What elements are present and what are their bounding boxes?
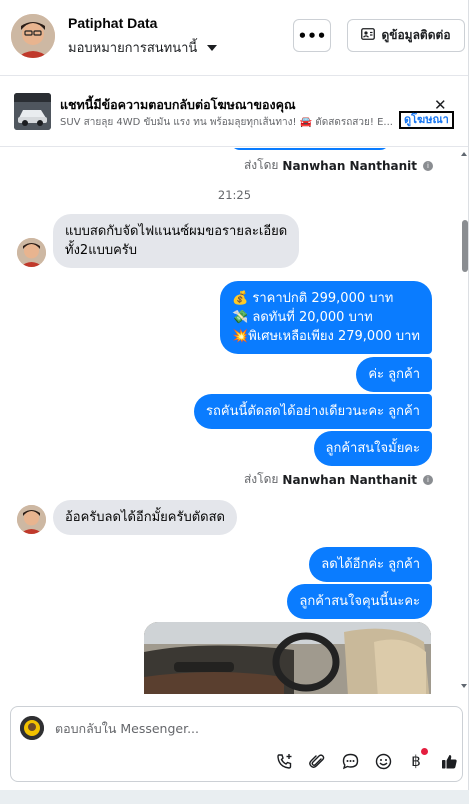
window-bottom-edge <box>0 790 469 804</box>
message-bubble-outgoing[interactable]: ลดได้อีกค่ะ ลูกค้า <box>309 547 432 582</box>
add-call-icon[interactable] <box>273 750 295 772</box>
contact-info-label: ดูข้อมูลติดต่อ <box>381 28 451 42</box>
contact-card-icon <box>361 28 376 43</box>
chevron-down-icon <box>207 44 218 51</box>
message-bubble-incoming[interactable]: อ้อครับลดได้อีกมั้ยครับตัดสด <box>53 500 237 535</box>
car-interior-photo[interactable] <box>144 622 431 694</box>
message-bubble-outgoing[interactable]: รถคันนี้ตัดสดได้อย่างเดียวนะคะ ลูกค้า <box>194 394 432 429</box>
info-icon[interactable]: i <box>423 474 433 485</box>
more-options-button[interactable]: ••• <box>293 19 331 52</box>
message-bubble-outgoing[interactable]: 💰 ราคาปกติ 299,000 บาท 💸 ลดทันที่ 20,000… <box>220 281 432 354</box>
sent-by-caption: ส่งโดย Nanwhan Nanthanit i <box>244 156 433 175</box>
conversation-header: Patiphat Data มอบหมายการสนทนานี้ ••• ดูข… <box>0 0 468 76</box>
reply-input[interactable] <box>55 717 435 739</box>
sent-by-name: Nanwhan Nanthanit <box>282 472 417 487</box>
scroll-up-icon[interactable] <box>461 152 467 156</box>
sent-by-name: Nanwhan Nanthanit <box>282 158 417 173</box>
contact-avatar[interactable] <box>11 14 55 58</box>
info-icon[interactable]: i <box>423 160 433 171</box>
sent-by-caption: ส่งโดย Nanwhan Nanthanit i <box>244 470 433 489</box>
contact-avatar-small[interactable] <box>17 238 46 267</box>
close-icon[interactable]: ✕ <box>434 98 447 113</box>
composer-toolbar: ฿ <box>273 748 460 772</box>
message-bubble-outgoing[interactable]: ลูกค้าสนใจคุนนี้นะคะ <box>287 584 432 619</box>
assign-conversation-dropdown[interactable]: มอบหมายการสนทนานี้ <box>68 37 218 58</box>
message-thread: ส่งโดย Nanwhan Nanthanit i 21:25 แบบสดกั… <box>0 148 468 694</box>
contact-name[interactable]: Patiphat Data <box>68 15 157 31</box>
more-horizontal-icon: ••• <box>297 26 327 45</box>
message-bubble-outgoing[interactable]: ลูกค้าสนใจมั้ยคะ <box>313 431 432 466</box>
assign-label: มอบหมายการสนทนานี้ <box>68 41 198 56</box>
messenger-conversation-panel: Patiphat Data มอบหมายการสนทนานี้ ••• ดูข… <box>0 0 469 790</box>
page-avatar <box>20 716 44 740</box>
message-timestamp: 21:25 <box>217 188 252 202</box>
scroll-down-icon[interactable] <box>461 684 467 688</box>
scrollbar-thumb[interactable] <box>462 220 468 272</box>
message-bubble-outgoing-cut <box>230 148 390 150</box>
price-line-discount: 💸 ลดทันที่ 20,000 บาท <box>232 310 373 325</box>
message-bubble-outgoing[interactable]: ค่ะ ลูกค้า <box>356 357 432 392</box>
notification-dot <box>421 748 428 755</box>
ad-thumbnail[interactable] <box>14 93 51 130</box>
sent-by-prefix: ส่งโดย <box>243 472 279 486</box>
sent-by-prefix: ส่งโดย <box>243 158 279 172</box>
paperclip-icon[interactable] <box>306 750 328 772</box>
message-bubble-incoming[interactable]: แบบสดกับจัดไฟแนนซ์ผมขอรายละเอียด ทั้ง2แบ… <box>53 214 300 268</box>
view-contact-info-button[interactable]: ดูข้อมูลติดต่อ <box>347 19 465 52</box>
smiley-icon[interactable] <box>372 750 394 772</box>
contact-avatar-small[interactable] <box>17 505 46 534</box>
price-line-regular: 💰 ราคาปกติ 299,000 บาท <box>232 291 394 306</box>
price-line-special: 💥พิเศษเหลือเพียง 279,000 บาท <box>232 329 420 344</box>
reply-composer: ฿ <box>10 706 463 782</box>
thumbs-up-icon[interactable] <box>438 750 460 772</box>
ad-reply-banner: แชทนี้มีข้อความตอบกลับต่อโฆษณาของคุณ SUV… <box>0 77 468 147</box>
message-scrollbar[interactable] <box>461 150 468 690</box>
chat-bubble-icon[interactable] <box>339 750 361 772</box>
baht-icon[interactable]: ฿ <box>405 748 428 772</box>
ad-banner-title: แชทนี้มีข้อความตอบกลับต่อโฆษณาของคุณ <box>60 97 296 112</box>
ad-banner-subtitle: SUV สายลุย 4WD ขับมัน แรง ทน พร้อมลุยทุก… <box>60 117 393 128</box>
